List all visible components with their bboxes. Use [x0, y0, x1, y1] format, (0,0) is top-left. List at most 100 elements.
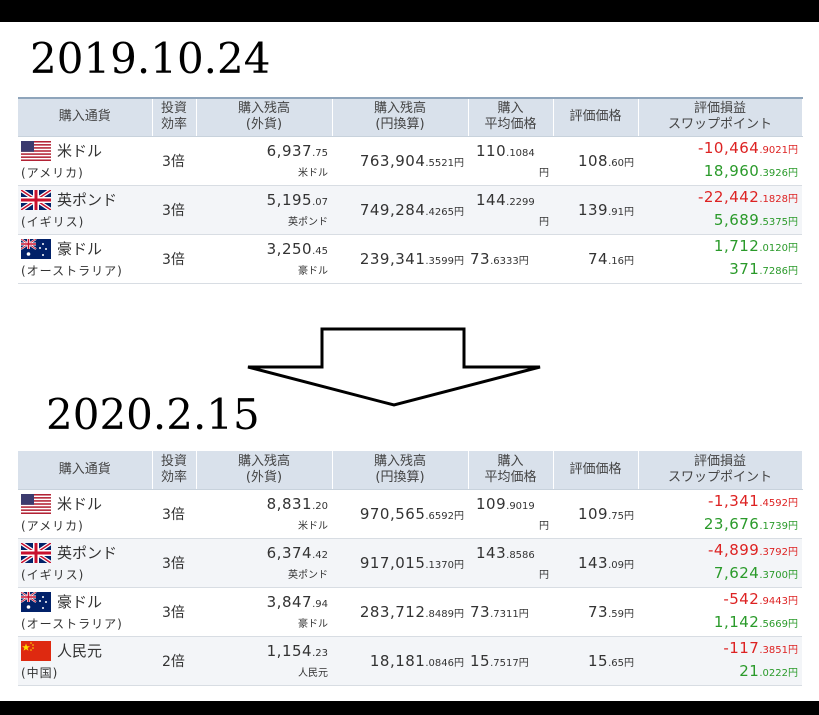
- avg-price-cell: 15.7517円: [468, 636, 553, 686]
- au-flag-icon: [20, 237, 51, 259]
- currency-name: 豪ドル: [57, 240, 103, 258]
- efficiency-cell: 3倍: [152, 136, 196, 186]
- header-balance-fc: 購入残高 (外貨): [196, 451, 333, 490]
- currency-cell: 米ドル (アメリカ): [18, 136, 152, 186]
- currency-cell: 豪ドル (オーストラリア): [18, 587, 152, 637]
- currency-name: 英ポンド: [57, 544, 118, 562]
- avg-price-cell: 109.9019 円: [468, 489, 553, 539]
- balance-jpy-cell: 283,712.8489円: [332, 587, 468, 637]
- table-header-row: 購入通貨 投資 効率 購入残高 (外貨) 購入残高 (円換算) 購入 平均価格 評価価格…: [18, 451, 803, 490]
- balance-jpy-cell: 917,015.1370円: [332, 538, 468, 588]
- swap-point-value: 1,142.5669円: [713, 612, 798, 631]
- efficiency-cell: 3倍: [152, 587, 196, 637]
- uk-flag-icon: [19, 187, 53, 212]
- currency-name: 英ポンド: [57, 191, 118, 209]
- eval-price-cell: 143.09円: [553, 538, 638, 588]
- swap-point-value: 7,624.3700円: [713, 563, 798, 582]
- efficiency-cell: 2倍: [152, 636, 196, 686]
- currency-name: 豪ドル: [57, 593, 103, 611]
- balance-fc-cell: 5,195.07 英ポンド: [196, 185, 332, 235]
- balance-fc-cell: 6,937.75 米ドル: [196, 136, 332, 186]
- header-eval-price: 評価価格: [553, 98, 639, 137]
- header-balance-jpy: 購入残高 (円換算): [332, 98, 469, 137]
- au-flag-icon: [20, 590, 51, 612]
- efficiency-cell: 3倍: [152, 489, 196, 539]
- header-pl: 評価損益 スワップポイント: [638, 451, 803, 490]
- currency-name: 人民元: [57, 642, 103, 660]
- currency-country: (アメリカ): [21, 166, 84, 180]
- balance-jpy-cell: 239,341.3599円: [332, 234, 468, 284]
- balance-jpy-cell: 763,904.5521円: [332, 136, 468, 186]
- currency-cell: 英ポンド (イギリス): [18, 185, 152, 235]
- top-black-bar: [0, 0, 819, 22]
- pl-cell: -542.9443円 1,142.5669円: [638, 587, 802, 637]
- eval-price-cell: 108.60円: [553, 136, 638, 186]
- table-row: 英ポンド (イギリス) 3倍 6,374.42 英ポンド 917,015.1370円 143…: [18, 538, 802, 588]
- currency-cell: 人民元 (中国): [18, 636, 152, 686]
- balance-fc-cell: 1,154.23 人民元: [196, 636, 332, 686]
- balance-fc-cell: 8,831.20 米ドル: [196, 489, 332, 539]
- table-row: 英ポンド (イギリス) 3倍 5,195.07 英ポンド 749,284.4265円 144…: [18, 185, 802, 235]
- eval-pl-value: -117.3851円: [723, 638, 798, 657]
- swap-point-value: 23,676.1739円: [703, 514, 798, 533]
- efficiency-cell: 3倍: [152, 185, 196, 235]
- eval-price-cell: 109.75円: [553, 489, 638, 539]
- balance-fc-cell: 3,250.45 豪ドル: [196, 234, 332, 284]
- currency-country: (イギリス): [21, 568, 85, 582]
- bottom-black-bar: [0, 701, 819, 715]
- table-row: 豪ドル (オーストラリア) 3倍 3,847.94 豪ドル 283,712.8489円 73…: [18, 587, 802, 637]
- table-row: 豪ドル (オーストラリア) 3倍 3,250.45 豪ドル 239,341.3599円 73…: [18, 234, 802, 284]
- eval-price-cell: 139.91円: [553, 185, 638, 235]
- header-currency: 購入通貨: [18, 98, 153, 137]
- pl-cell: -117.3851円 21.0222円: [638, 636, 802, 686]
- table-row: 米ドル (アメリカ) 3倍 6,937.75 米ドル 763,904.5521円 110.1…: [18, 136, 802, 186]
- currency-country: (アメリカ): [21, 519, 84, 533]
- header-balance-fc: 購入残高 (外貨): [196, 98, 333, 137]
- header-avg-price: 購入 平均価格: [468, 451, 554, 490]
- us-flag-icon: [21, 140, 51, 161]
- balance-jpy-cell: 18,181.0846円: [332, 636, 468, 686]
- date-before: 2019.10.24: [30, 34, 271, 83]
- avg-price-cell: 144.2299 円: [468, 185, 553, 235]
- eval-price-cell: 15.65円: [553, 636, 638, 686]
- swap-point-value: 371.7286円: [729, 259, 798, 278]
- holdings-table-before: 購入通貨 投資 効率 購入残高 (外貨) 購入残高 (円換算) 購入 平均価格 評価価格…: [18, 97, 803, 284]
- eval-pl-value: -1,341.4592円: [708, 491, 798, 510]
- efficiency-cell: 3倍: [152, 234, 196, 284]
- balance-jpy-cell: 970,565.6592円: [332, 489, 468, 539]
- fc-unit: 米ドル: [298, 168, 328, 179]
- eval-pl-value: -10,464.9021円: [697, 138, 798, 157]
- pl-cell: -1,341.4592円 23,676.1739円: [638, 489, 802, 539]
- swap-point-value: 21.0222円: [739, 661, 798, 680]
- table-header-row: 購入通貨 投資 効率 購入残高 (外貨) 購入残高 (円換算) 購入 平均価格 評価価格…: [18, 98, 803, 137]
- pl-cell: -22,442.1828円 5,689.5375円: [638, 185, 802, 235]
- pl-cell: -10,464.9021円 18,960.3926円: [638, 136, 802, 186]
- avg-price-cell: 143.8586 円: [468, 538, 553, 588]
- holdings-table-after: 購入通貨 投資 効率 購入残高 (外貨) 購入残高 (円換算) 購入 平均価格 評価価格…: [18, 451, 803, 686]
- eval-price-cell: 74.16円: [553, 234, 638, 284]
- eval-price-cell: 73.59円: [553, 587, 638, 637]
- header-currency: 購入通貨: [18, 451, 153, 490]
- fc-unit: 豪ドル: [298, 619, 328, 630]
- eval-pl-value: -4,899.3792円: [708, 540, 798, 559]
- swap-point-value: 18,960.3926円: [703, 161, 798, 180]
- table-row: 米ドル (アメリカ) 3倍 8,831.20 米ドル 970,565.6592円 109.9…: [18, 489, 802, 539]
- currency-cell: 米ドル (アメリカ): [18, 489, 152, 539]
- currency-country: (中国): [21, 666, 59, 680]
- avg-price-cell: 110.1084 円: [468, 136, 553, 186]
- header-balance-jpy: 購入残高 (円換算): [332, 451, 469, 490]
- us-flag-icon: [21, 493, 51, 514]
- header-efficiency: 投資 効率: [152, 451, 197, 490]
- pl-cell: -4,899.3792円 7,624.3700円: [638, 538, 802, 588]
- fc-unit: 英ポンド: [288, 217, 328, 228]
- currency-country: (オーストラリア): [21, 617, 123, 631]
- efficiency-cell: 3倍: [152, 538, 196, 588]
- fc-unit: 人民元: [298, 668, 328, 679]
- currency-name: 米ドル: [57, 142, 103, 160]
- eval-pl-value: -542.9443円: [723, 589, 798, 608]
- header-pl: 評価損益 スワップポイント: [638, 98, 803, 137]
- currency-cell: 英ポンド (イギリス): [18, 538, 152, 588]
- header-avg-price: 購入 平均価格: [468, 98, 554, 137]
- eval-pl-value: 1,712.0120円: [713, 236, 798, 255]
- header-efficiency: 投資 効率: [152, 98, 197, 137]
